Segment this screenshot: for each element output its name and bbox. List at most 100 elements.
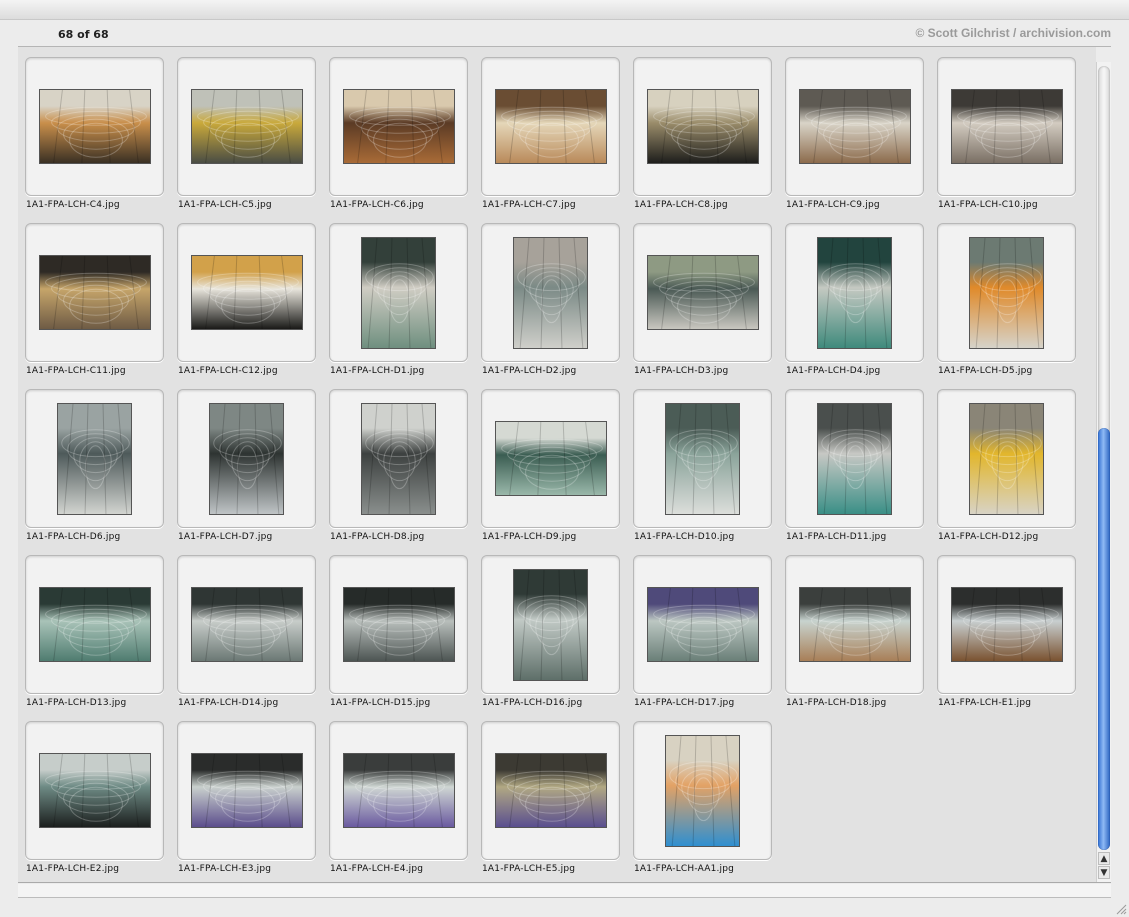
thumbnail-item[interactable]: 1A1-FPA-LCH-AA1.jpg: [626, 711, 778, 874]
thumbnail-frame[interactable]: [785, 389, 924, 528]
thumbnail-frame[interactable]: [329, 223, 468, 362]
thumbnail-image[interactable]: [57, 403, 132, 515]
thumbnail-frame[interactable]: [633, 555, 772, 694]
thumbnail-image[interactable]: [39, 255, 151, 330]
thumbnail-image[interactable]: [647, 255, 759, 330]
thumbnail-item[interactable]: 1A1-FPA-LCH-C6.jpg: [322, 47, 474, 210]
thumbnail-item[interactable]: 1A1-FPA-LCH-E1.jpg: [930, 545, 1082, 708]
thumbnail-item[interactable]: 1A1-FPA-LCH-D13.jpg: [18, 545, 170, 708]
thumbnail-item[interactable]: 1A1-FPA-LCH-D17.jpg: [626, 545, 778, 708]
thumbnail-item[interactable]: 1A1-FPA-LCH-C5.jpg: [170, 47, 322, 210]
thumbnail-frame[interactable]: [937, 57, 1076, 196]
scroll-down-icon[interactable]: ▼: [1098, 866, 1110, 879]
thumbnail-frame[interactable]: [177, 721, 316, 860]
thumbnail-image[interactable]: [513, 569, 588, 681]
thumbnail-item[interactable]: 1A1-FPA-LCH-E5.jpg: [474, 711, 626, 874]
thumbnail-frame[interactable]: [25, 57, 164, 196]
thumbnail-item[interactable]: 1A1-FPA-LCH-D7.jpg: [170, 379, 322, 542]
thumbnail-frame[interactable]: [633, 223, 772, 362]
thumbnail-item[interactable]: 1A1-FPA-LCH-C7.jpg: [474, 47, 626, 210]
thumbnail-frame[interactable]: [177, 57, 316, 196]
thumbnail-frame[interactable]: [25, 721, 164, 860]
thumbnail-item[interactable]: 1A1-FPA-LCH-D3.jpg: [626, 213, 778, 376]
thumbnail-frame[interactable]: [633, 57, 772, 196]
thumbnail-item[interactable]: 1A1-FPA-LCH-D10.jpg: [626, 379, 778, 542]
thumbnail-frame[interactable]: [329, 389, 468, 528]
thumbnail-item[interactable]: 1A1-FPA-LCH-D18.jpg: [778, 545, 930, 708]
thumbnail-image[interactable]: [39, 587, 151, 662]
thumbnail-frame[interactable]: [785, 223, 924, 362]
thumbnail-item[interactable]: 1A1-FPA-LCH-D11.jpg: [778, 379, 930, 542]
thumbnail-image[interactable]: [665, 735, 740, 847]
thumbnail-item[interactable]: 1A1-FPA-LCH-C4.jpg: [18, 47, 170, 210]
thumbnail-image[interactable]: [361, 237, 436, 349]
thumbnail-item[interactable]: 1A1-FPA-LCH-D2.jpg: [474, 213, 626, 376]
thumbnail-image[interactable]: [191, 753, 303, 828]
thumbnail-item[interactable]: 1A1-FPA-LCH-C12.jpg: [170, 213, 322, 376]
thumbnail-image[interactable]: [799, 587, 911, 662]
thumbnail-frame[interactable]: [329, 57, 468, 196]
thumbnail-image[interactable]: [209, 403, 284, 515]
vertical-scrollbar[interactable]: ▲ ▼: [1096, 62, 1111, 882]
thumbnail-image[interactable]: [665, 403, 740, 515]
thumbnail-frame[interactable]: [25, 389, 164, 528]
thumbnail-image[interactable]: [969, 403, 1044, 515]
thumbnail-image[interactable]: [191, 587, 303, 662]
thumbnail-image[interactable]: [951, 89, 1063, 164]
thumbnail-item[interactable]: 1A1-FPA-LCH-C10.jpg: [930, 47, 1082, 210]
thumbnail-frame[interactable]: [329, 555, 468, 694]
thumbnail-frame[interactable]: [481, 57, 620, 196]
thumbnail-image[interactable]: [39, 89, 151, 164]
thumbnail-frame[interactable]: [785, 57, 924, 196]
thumbnail-item[interactable]: 1A1-FPA-LCH-D16.jpg: [474, 545, 626, 708]
thumbnail-item[interactable]: 1A1-FPA-LCH-D8.jpg: [322, 379, 474, 542]
scroll-thumb[interactable]: [1098, 428, 1110, 850]
thumbnail-item[interactable]: 1A1-FPA-LCH-D6.jpg: [18, 379, 170, 542]
thumbnail-item[interactable]: 1A1-FPA-LCH-C8.jpg: [626, 47, 778, 210]
thumbnail-frame[interactable]: [177, 223, 316, 362]
thumbnail-frame[interactable]: [177, 555, 316, 694]
thumbnail-image[interactable]: [495, 753, 607, 828]
thumbnail-frame[interactable]: [937, 555, 1076, 694]
thumbnail-image[interactable]: [647, 89, 759, 164]
thumbnail-item[interactable]: 1A1-FPA-LCH-E4.jpg: [322, 711, 474, 874]
thumbnail-frame[interactable]: [633, 721, 772, 860]
thumbnail-item[interactable]: 1A1-FPA-LCH-D1.jpg: [322, 213, 474, 376]
thumbnail-image[interactable]: [343, 753, 455, 828]
thumbnail-item[interactable]: 1A1-FPA-LCH-D14.jpg: [170, 545, 322, 708]
thumbnail-image[interactable]: [817, 403, 892, 515]
resize-grip-icon[interactable]: [1115, 903, 1127, 915]
thumbnail-item[interactable]: 1A1-FPA-LCH-D4.jpg: [778, 213, 930, 376]
scroll-up-icon[interactable]: ▲: [1098, 852, 1110, 865]
thumbnail-item[interactable]: 1A1-FPA-LCH-D12.jpg: [930, 379, 1082, 542]
thumbnail-image[interactable]: [191, 255, 303, 330]
thumbnail-item[interactable]: 1A1-FPA-LCH-C11.jpg: [18, 213, 170, 376]
thumbnail-image[interactable]: [513, 237, 588, 349]
thumbnail-item[interactable]: 1A1-FPA-LCH-D9.jpg: [474, 379, 626, 542]
thumbnail-image[interactable]: [39, 753, 151, 828]
thumbnail-image[interactable]: [495, 89, 607, 164]
thumbnail-image[interactable]: [799, 89, 911, 164]
thumbnail-item[interactable]: 1A1-FPA-LCH-D15.jpg: [322, 545, 474, 708]
thumbnail-frame[interactable]: [481, 721, 620, 860]
thumbnail-frame[interactable]: [937, 223, 1076, 362]
thumbnail-item[interactable]: 1A1-FPA-LCH-E3.jpg: [170, 711, 322, 874]
thumbnail-item[interactable]: 1A1-FPA-LCH-D5.jpg: [930, 213, 1082, 376]
thumbnail-image[interactable]: [191, 89, 303, 164]
thumbnail-image[interactable]: [343, 587, 455, 662]
thumbnail-image[interactable]: [495, 421, 607, 496]
thumbnail-item[interactable]: 1A1-FPA-LCH-E2.jpg: [18, 711, 170, 874]
thumbnail-image[interactable]: [343, 89, 455, 164]
thumbnail-frame[interactable]: [481, 389, 620, 528]
thumbnail-frame[interactable]: [785, 555, 924, 694]
thumbnail-frame[interactable]: [329, 721, 468, 860]
thumbnail-frame[interactable]: [937, 389, 1076, 528]
thumbnail-frame[interactable]: [25, 555, 164, 694]
thumbnail-image[interactable]: [951, 587, 1063, 662]
thumbnail-frame[interactable]: [481, 555, 620, 694]
thumbnail-image[interactable]: [647, 587, 759, 662]
thumbnail-item[interactable]: 1A1-FPA-LCH-C9.jpg: [778, 47, 930, 210]
thumbnail-frame[interactable]: [633, 389, 772, 528]
thumbnail-image[interactable]: [361, 403, 436, 515]
thumbnail-frame[interactable]: [481, 223, 620, 362]
